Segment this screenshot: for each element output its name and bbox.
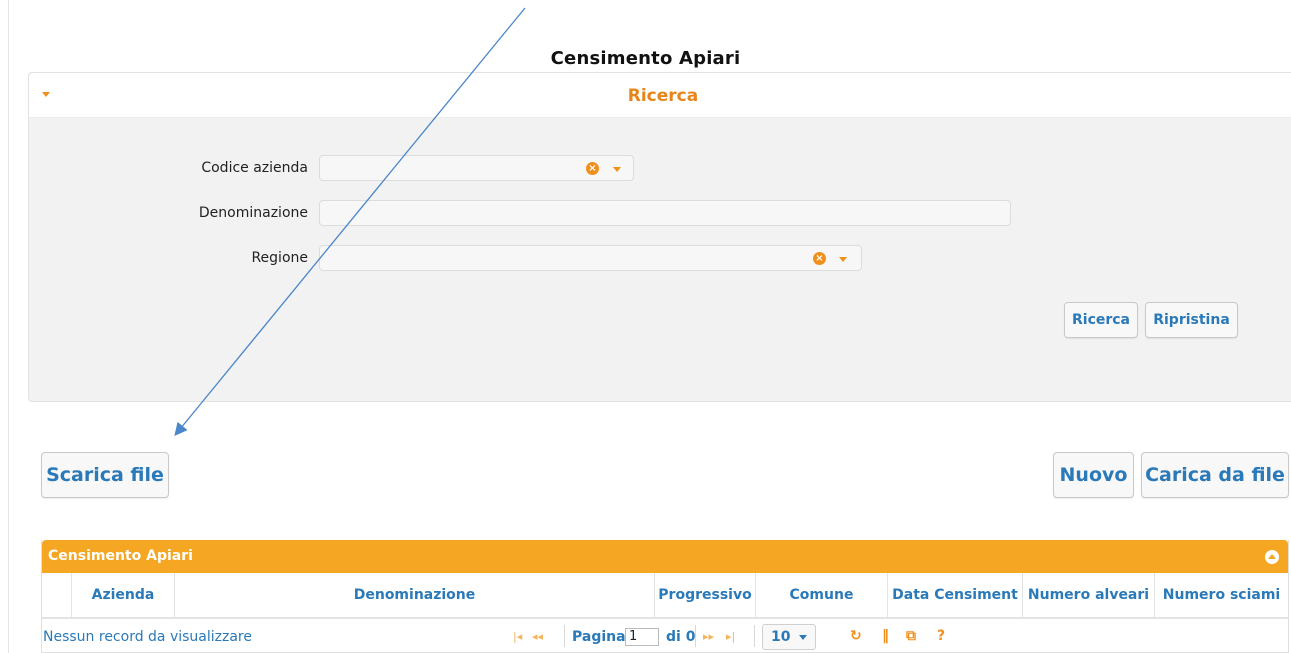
- annotation-arrow-line: [174, 7, 526, 437]
- annotation-arrow: [174, 7, 526, 437]
